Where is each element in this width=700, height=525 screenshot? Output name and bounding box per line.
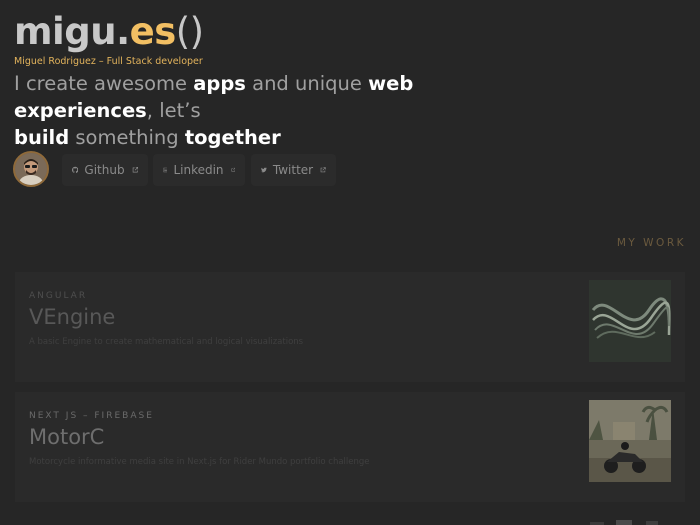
github-link-label: Github bbox=[84, 163, 125, 177]
twitter-icon bbox=[261, 167, 267, 173]
intro-text: I create awesome apps and unique web exp… bbox=[14, 70, 534, 151]
project-title: MotorC bbox=[29, 425, 105, 449]
page: migu.es() Miguel Rodriguez – Full Stack … bbox=[0, 0, 700, 525]
twitter-link-label: Twitter bbox=[272, 163, 314, 177]
next-card-thumbnail-edge bbox=[590, 520, 658, 525]
my-work-heading: MY WORK bbox=[616, 237, 686, 249]
intro-highlight-apps: apps bbox=[193, 72, 246, 95]
project-card-vengine[interactable]: ANGULAR VEngine A basic Engine to create… bbox=[15, 272, 685, 382]
linkedin-link-label: Linkedin bbox=[173, 163, 224, 177]
intro-highlight-build: build bbox=[14, 126, 70, 149]
subtitle: Miguel Rodriguez – Full Stack developer bbox=[14, 56, 203, 67]
logo-domain: migu. bbox=[14, 10, 130, 53]
next-card-peek bbox=[590, 514, 670, 525]
intro-fragment: , let’s bbox=[146, 99, 201, 122]
intro-fragment: I create awesome bbox=[14, 72, 194, 95]
wave-visualization-image bbox=[589, 280, 671, 362]
logo-tld: es bbox=[129, 10, 177, 53]
project-card-motorc[interactable]: NEXT JS – FIREBASE MotorC Motorcycle inf… bbox=[15, 392, 685, 502]
logo-parens: () bbox=[175, 10, 204, 53]
project-thumbnail bbox=[589, 280, 671, 362]
intro-fragment: and unique bbox=[245, 72, 369, 95]
intro-highlight-together: together bbox=[184, 126, 281, 149]
external-link-icon bbox=[231, 167, 235, 172]
twitter-link[interactable]: Twitter bbox=[251, 154, 336, 186]
project-tags: NEXT JS – FIREBASE bbox=[29, 411, 154, 421]
project-description: Motorcycle informative media site in Nex… bbox=[29, 457, 370, 467]
site-logo[interactable]: migu.es() bbox=[14, 8, 204, 56]
external-link-icon bbox=[132, 166, 138, 173]
project-description: A basic Engine to create mathematical an… bbox=[29, 337, 304, 347]
project-tags: ANGULAR bbox=[29, 291, 88, 301]
intro-fragment: something bbox=[69, 126, 185, 149]
github-link[interactable]: Github bbox=[62, 154, 148, 186]
avatar-portrait bbox=[15, 153, 47, 185]
project-thumbnail bbox=[589, 400, 671, 482]
external-link-icon bbox=[320, 167, 326, 173]
motorcycle-photo-image bbox=[589, 400, 671, 482]
linkedin-icon bbox=[163, 167, 168, 173]
avatar bbox=[13, 151, 49, 187]
project-title: VEngine bbox=[29, 305, 116, 329]
linkedin-link[interactable]: Linkedin bbox=[153, 154, 245, 186]
github-icon bbox=[72, 166, 79, 174]
